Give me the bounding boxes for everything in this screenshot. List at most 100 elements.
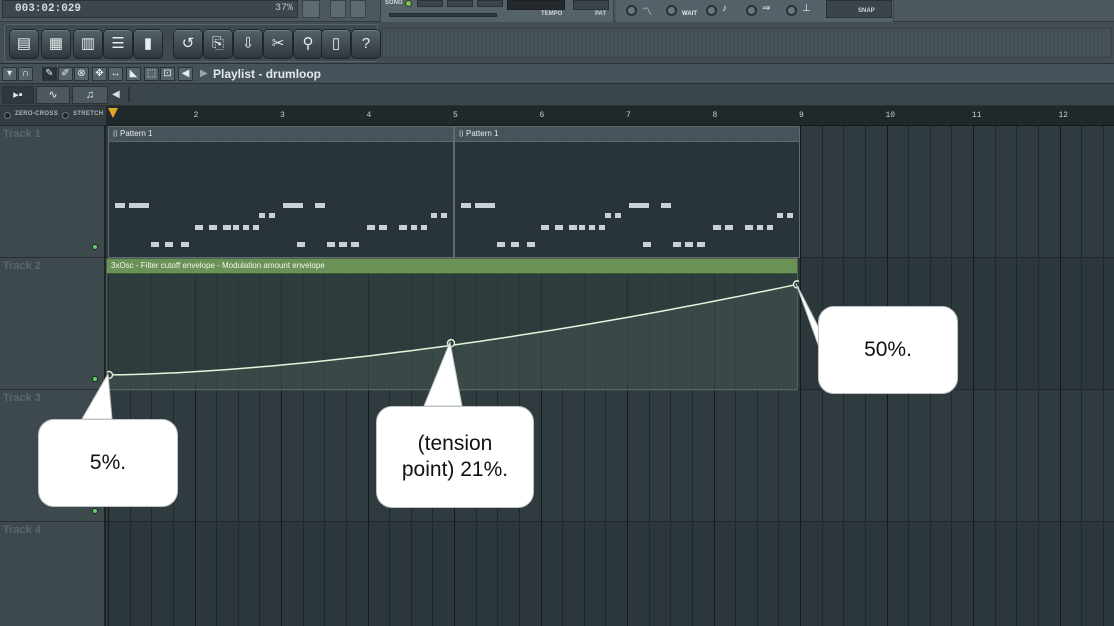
tension-point-handle[interactable] [446, 338, 456, 348]
save-button[interactable]: ⎘ [203, 29, 233, 59]
song-position-slider[interactable] [389, 13, 497, 17]
blend-toggle[interactable] [786, 5, 797, 16]
track-mute-led[interactable] [92, 244, 98, 250]
bar-number: 8 [712, 111, 718, 120]
master-volume-slider[interactable] [330, 0, 346, 18]
stretch-label: STRETCH [73, 111, 104, 117]
zoom-tool[interactable]: ⊡ [160, 67, 175, 81]
tab-audio[interactable]: ♫ [72, 86, 108, 104]
select-tool[interactable]: ⬚ [144, 67, 159, 81]
stretch-toggle[interactable] [62, 112, 69, 119]
note-block [673, 242, 681, 247]
tab-automation[interactable]: ∿ [36, 86, 70, 104]
note-block [605, 213, 611, 218]
playlist-window-button[interactable]: ▤ [9, 29, 39, 59]
song-mode-led[interactable] [405, 0, 412, 7]
snap-magnet-tool[interactable]: ∩ [18, 67, 33, 81]
move-tool[interactable]: ✥ [92, 67, 107, 81]
master-pitch-slider[interactable] [350, 0, 366, 18]
track-name: Track 4 [3, 524, 41, 536]
playback-tool[interactable]: ◀ [178, 67, 193, 81]
zero-cross-toggle[interactable] [4, 112, 11, 119]
help-button[interactable]: ? [351, 29, 381, 59]
envelope-point-handle[interactable] [792, 280, 800, 289]
track-header[interactable]: Track 1 [0, 126, 104, 258]
note-block [195, 225, 203, 230]
mixer-button[interactable]: ▮ [133, 29, 163, 59]
track-header[interactable]: Track 4 [0, 522, 104, 626]
scissors-icon: ✂ [271, 35, 285, 52]
callout-tension-point: (tension point) 21%. [376, 406, 534, 508]
document-icon: ▯ [331, 35, 341, 52]
playlist-grid[interactable]: ⌷ Pattern 1 ⌷ Pattern 1 3xOsc - Filter cu… [106, 126, 1114, 626]
pattern-clip-title: ⌷ Pattern 1 [113, 129, 153, 138]
paint-tool[interactable]: ✐ [58, 67, 73, 81]
export-button[interactable]: ⇩ [233, 29, 263, 59]
note-block [259, 213, 265, 218]
callout-end-point: 50%. [818, 306, 958, 394]
track-mute-led[interactable] [92, 508, 98, 514]
bar-number: 6 [539, 111, 545, 120]
note-block [253, 225, 259, 230]
timeline-ruler[interactable]: 2 3 4 5 6 7 8 9 10 11 12 [106, 106, 1114, 126]
note-block [379, 225, 387, 230]
track-header[interactable]: Track 2 [0, 258, 104, 390]
note-block [745, 225, 753, 230]
metronome-icon: 〽 [642, 7, 652, 18]
note-block [223, 225, 231, 230]
piano-roll-button[interactable]: ▥ [73, 29, 103, 59]
search-button[interactable]: ⚲ [293, 29, 323, 59]
track-lane[interactable] [106, 390, 1114, 522]
metronome-toggle[interactable] [626, 5, 637, 16]
note-block [399, 225, 407, 230]
project-info-button[interactable]: ▯ [321, 29, 351, 59]
automation-envelope[interactable] [107, 259, 799, 391]
step-edit-toggle[interactable] [746, 5, 757, 16]
note-block [497, 242, 505, 247]
note-block [787, 213, 793, 218]
tabs-divider [128, 87, 130, 102]
pattern-selector[interactable] [573, 0, 609, 10]
pattern-clip-header[interactable]: ⌷ Pattern 1 [109, 127, 453, 142]
slice-tool[interactable]: ◣ [126, 67, 141, 81]
playhead-start-marker[interactable] [108, 108, 118, 118]
automation-clip-header[interactable]: 3xOsc - Filter cutoff envelope - Modulat… [107, 259, 797, 274]
note-block [541, 225, 549, 230]
pattern-clip[interactable]: ⌷ Pattern 1 [108, 126, 454, 258]
play-button[interactable] [417, 0, 443, 7]
cut-tool-button[interactable]: ✂ [263, 29, 293, 59]
callout-start-point: 5%. [38, 419, 178, 507]
mixer-icon: ▮ [143, 35, 153, 52]
record-button[interactable] [477, 0, 503, 7]
pattern-clip-header[interactable]: ⌷ Pattern 1 [455, 127, 799, 142]
tempo-display[interactable] [507, 0, 565, 10]
wait-toggle[interactable] [666, 5, 677, 16]
automation-clip[interactable]: 3xOsc - Filter cutoff envelope - Modulat… [106, 258, 799, 391]
slip-tool[interactable]: ↔ [108, 67, 123, 81]
delete-tool[interactable]: ⊗ [74, 67, 89, 81]
song-mode-label: SONG [385, 0, 403, 6]
bar-number: 5 [453, 111, 458, 120]
playlist-title: Playlist - drumloop [213, 67, 322, 81]
draw-tool[interactable]: ✎ [42, 67, 57, 81]
step-sequencer-button[interactable]: ▦ [41, 29, 71, 59]
stop-button[interactable] [447, 0, 473, 7]
beat-line [1103, 126, 1104, 626]
track-mute-led[interactable] [92, 376, 98, 382]
note-block [283, 203, 293, 208]
pattern-clip[interactable]: ⌷ Pattern 1 [454, 126, 800, 258]
recording-options: 〽 WAIT ♪ ⇒ ⊥ SNAP [616, 0, 894, 22]
song-position-display[interactable]: 003:02:029 37% [2, 0, 298, 18]
track-lane[interactable] [106, 522, 1114, 626]
countdown-toggle[interactable] [706, 5, 717, 16]
track-name: Track 1 [3, 128, 41, 140]
automation-curve-icon: ∿ [48, 89, 58, 101]
bar-number: 2 [193, 111, 199, 120]
view-marker-icon[interactable]: ◀ [112, 89, 120, 100]
browser-button[interactable]: ☰ [103, 29, 133, 59]
undo-button[interactable]: ↺ [173, 29, 203, 59]
note-block [569, 225, 577, 230]
tab-patterns[interactable]: ▸▪ [2, 86, 34, 104]
options-menu-tool[interactable]: ▾ [2, 67, 17, 81]
envelope-point-handle[interactable] [107, 370, 114, 380]
